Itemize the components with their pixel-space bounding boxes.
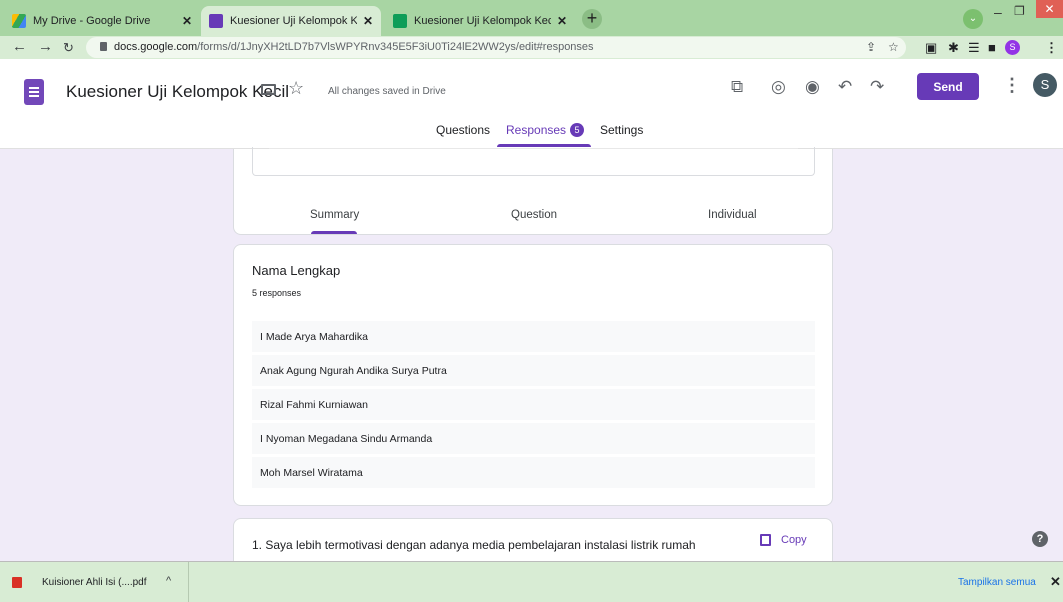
undo-icon[interactable]: ↶ [838, 77, 852, 97]
browser-toolbar: ← → ↻ docs.google.com/forms/d/1JnyXH2tLD… [0, 36, 1063, 59]
show-all-downloads-link[interactable]: Tampilkan semua [958, 577, 1036, 588]
list-item: Moh Marsel Wiratama [252, 457, 815, 488]
bookmark-star-icon[interactable]: ☆ [888, 40, 899, 54]
form-title[interactable]: Kuesioner Uji Kelompok Kecil [66, 82, 289, 102]
url-host: docs.google.com [114, 41, 198, 53]
palette-icon[interactable]: ◎ [771, 77, 786, 97]
downloads-bar: Kuisioner Ahli Isi (....pdf ^ Tampilkan … [0, 561, 1063, 602]
minimize-icon[interactable]: – [994, 4, 1002, 20]
window-close-button[interactable]: ✕ [1036, 0, 1063, 18]
download-item[interactable]: Kuisioner Ahli Isi (....pdf ^ [0, 562, 189, 602]
subtab-summary[interactable]: Summary [310, 209, 359, 221]
download-file-name: Kuisioner Ahli Isi (....pdf [42, 577, 147, 588]
google-drive-icon [12, 14, 26, 28]
more-vert-icon[interactable]: ⋮ [1003, 75, 1021, 96]
chart-placeholder-box [252, 147, 815, 176]
list-item: Anak Agung Ngurah Andika Surya Putra [252, 355, 815, 386]
save-status: All changes saved in Drive [328, 86, 446, 97]
address-bar[interactable]: docs.google.com/forms/d/1JnyXH2tLD7b7Vls… [86, 37, 906, 58]
browser-tab-forms[interactable]: Kuesioner Uji Kelompok Kecil - Go ✕ [201, 6, 381, 36]
reading-list-icon[interactable]: ☰ [968, 40, 980, 56]
chevron-up-icon[interactable]: ^ [166, 575, 171, 587]
question-response-card: Nama Lengkap 5 responses I Made Arya Mah… [233, 244, 833, 506]
reload-icon[interactable]: ↻ [63, 40, 74, 56]
tab-questions[interactable]: Questions [436, 123, 490, 137]
subtab-individual[interactable]: Individual [708, 209, 757, 221]
help-icon[interactable]: ? [1032, 531, 1048, 547]
copy-label: Copy [781, 534, 807, 546]
tab-responses[interactable]: Responses 5 [506, 123, 585, 137]
extension-icon[interactable]: ▣ [925, 40, 937, 56]
close-icon[interactable]: ✕ [1050, 574, 1061, 590]
list-item: I Nyoman Megadana Sindu Armanda [252, 423, 815, 454]
url-text: docs.google.com/forms/d/1JnyXH2tLD7b7Vls… [114, 41, 594, 53]
redo-icon[interactable]: ↷ [870, 77, 884, 97]
browser-tab-drive[interactable]: My Drive - Google Drive ✕ [4, 6, 200, 36]
star-icon[interactable]: ☆ [288, 78, 304, 99]
google-forms-icon [209, 14, 223, 28]
pdf-file-icon [12, 577, 22, 588]
forward-arrow-icon[interactable]: → [38, 38, 53, 55]
preview-eye-icon[interactable]: ◉ [805, 77, 820, 97]
list-item: Rizal Fahmi Kurniawan [252, 389, 815, 420]
close-icon[interactable]: ✕ [363, 14, 373, 28]
close-icon[interactable]: ✕ [557, 14, 567, 28]
responses-overview-card: Summary Question Individual [233, 147, 833, 235]
copy-chart-button[interactable]: Copy [760, 534, 807, 546]
tab-title: My Drive - Google Drive [33, 15, 151, 27]
question-title: 1. Saya lebih termotivasi dengan adanya … [252, 538, 696, 552]
back-arrow-icon[interactable]: ← [12, 38, 27, 55]
browser-tab-sheets[interactable]: Kuesioner Uji Kelompok Kecil (Re ✕ [385, 6, 575, 36]
new-tab-button[interactable]: + [582, 9, 602, 29]
browser-menu-icon[interactable]: ⋮ [1045, 40, 1058, 56]
tab-responses-label: Responses [506, 123, 567, 137]
folder-icon[interactable] [261, 84, 276, 95]
forms-header: Kuesioner Uji Kelompok Kecil ☆ All chang… [0, 59, 1063, 149]
responses-count-badge: 5 [570, 123, 585, 137]
side-panel-icon[interactable]: ■ [988, 40, 996, 55]
url-path: /forms/d/1JnyXH2tLD7b7VlsWPYRnv345E5F3iU… [197, 41, 594, 53]
tab-title: Kuesioner Uji Kelompok Kecil - Go [230, 15, 357, 27]
google-forms-logo-icon[interactable] [24, 79, 44, 105]
restore-icon[interactable]: ❐ [1014, 4, 1025, 18]
list-item: I Made Arya Mahardika [252, 321, 815, 352]
profile-avatar[interactable]: S [1005, 40, 1020, 55]
active-subtab-indicator [311, 231, 357, 234]
tab-title: Kuesioner Uji Kelompok Kecil (Re [414, 15, 551, 27]
subtab-question[interactable]: Question [511, 209, 557, 221]
copy-icon [760, 534, 771, 546]
question-title: Nama Lengkap [252, 263, 341, 278]
share-icon[interactable]: ⇪ [866, 40, 876, 54]
google-sheets-icon [393, 14, 407, 28]
lock-icon [100, 42, 107, 51]
send-button[interactable]: Send [917, 73, 979, 100]
avatar[interactable]: S [1033, 73, 1057, 97]
close-icon[interactable]: ✕ [182, 14, 192, 28]
puzzle-icon[interactable]: ✱ [948, 40, 959, 56]
response-count: 5 responses [252, 288, 302, 298]
browser-tab-strip: My Drive - Google Drive ✕ Kuesioner Uji … [0, 0, 1063, 36]
chevron-down-icon[interactable]: ⌄ [963, 9, 983, 29]
addon-puzzle-icon[interactable]: ⧉ [731, 77, 743, 97]
tab-settings[interactable]: Settings [600, 123, 643, 137]
